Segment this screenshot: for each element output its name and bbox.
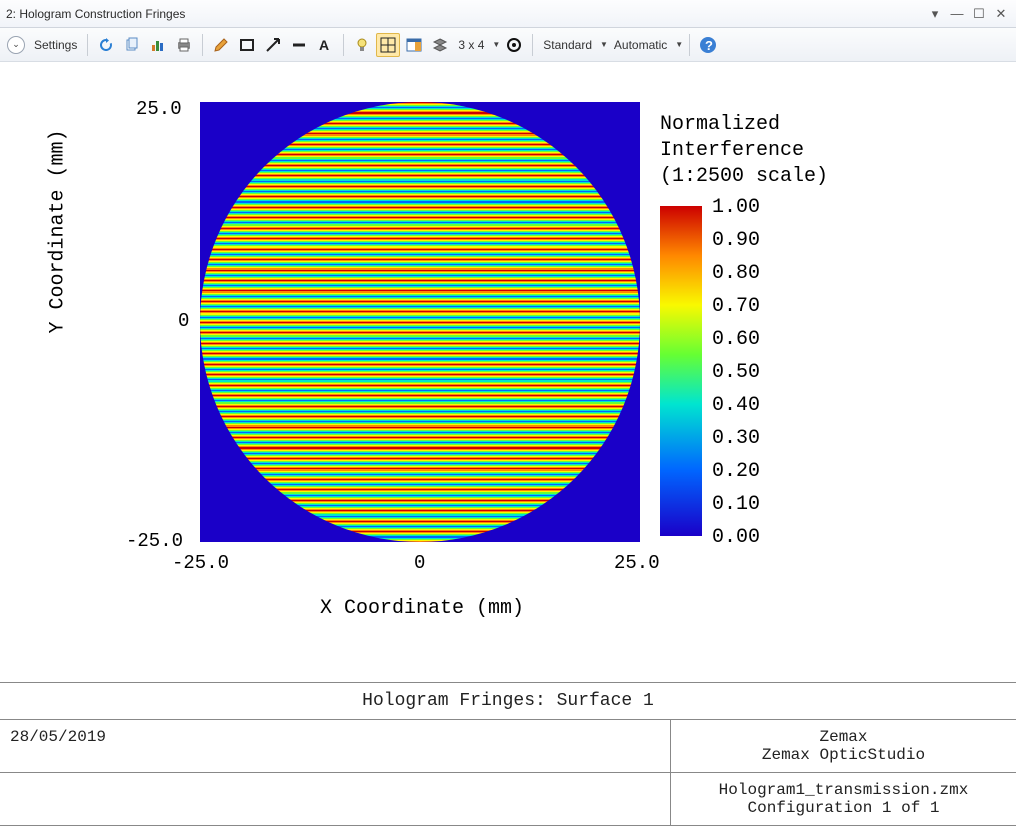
svg-text:A: A <box>319 37 329 53</box>
copy-button[interactable] <box>120 33 144 57</box>
plot-area: 25.0 0 -25.0 -25.0 0 25.0 Y Coordinate (… <box>0 62 1016 682</box>
layers-icon <box>432 37 448 53</box>
settings-label[interactable]: Settings <box>30 38 81 52</box>
arrow-button[interactable] <box>261 33 285 57</box>
colorbar-tick: 0.00 <box>712 526 760 549</box>
info-row-file: Hologram1_transmission.zmx Configuration… <box>0 773 1016 826</box>
colorbar-tick: 1.00 <box>712 196 760 219</box>
fringe-aperture <box>200 102 640 542</box>
window-controls: ▾ — ☐ ✕ <box>926 6 1010 22</box>
print-icon <box>176 37 192 53</box>
chevron-down-icon[interactable]: ▼ <box>600 40 608 49</box>
window-button[interactable] <box>402 33 426 57</box>
help-icon: ? <box>699 36 717 54</box>
colorbar-gradient <box>660 206 702 536</box>
pencil-button[interactable] <box>209 33 233 57</box>
copy-icon <box>124 37 140 53</box>
info-header: Hologram Fringes: Surface 1 <box>0 683 1016 719</box>
vendor-line1: Zemax <box>681 728 1006 746</box>
print-button[interactable] <box>172 33 196 57</box>
chart-button[interactable] <box>146 33 170 57</box>
info-header-row: Hologram Fringes: Surface 1 <box>0 683 1016 720</box>
y-axis-label: Y Coordinate (mm) <box>47 129 70 333</box>
colorbar-body: 1.000.900.800.700.600.500.400.300.200.10… <box>660 206 970 536</box>
colorbar-tick: 0.70 <box>712 295 760 318</box>
colorbar-tick: 0.60 <box>712 328 760 351</box>
file-name: Hologram1_transmission.zmx <box>681 781 1006 799</box>
text-icon: A <box>317 37 333 53</box>
y-tick-top: 25.0 <box>136 98 182 120</box>
separator <box>87 34 88 56</box>
svg-text:?: ? <box>705 38 713 53</box>
crosshair-button[interactable] <box>376 33 400 57</box>
info-row-meta: 28/05/2019 Zemax Zemax OpticStudio <box>0 720 1016 773</box>
x-tick-left: -25.0 <box>172 552 229 574</box>
maximize-icon[interactable]: ☐ <box>970 6 988 22</box>
window-icon <box>406 37 422 53</box>
line-icon <box>291 37 307 53</box>
refresh-icon <box>98 37 114 53</box>
separator <box>343 34 344 56</box>
info-vendor: Zemax Zemax OpticStudio <box>671 720 1016 772</box>
colorbar-tick: 0.90 <box>712 229 760 252</box>
rectangle-button[interactable] <box>235 33 259 57</box>
target-icon <box>506 37 522 53</box>
pin-icon[interactable]: ▾ <box>926 6 944 22</box>
info-file-cell: Hologram1_transmission.zmx Configuration… <box>671 773 1016 825</box>
colorbar-tick: 0.50 <box>712 361 760 384</box>
chevron-down-icon[interactable]: ▼ <box>675 40 683 49</box>
vendor-line2: Zemax OpticStudio <box>681 746 1006 764</box>
toolbar: ⌄ Settings A 3 x 4 ▼ Standa <box>0 28 1016 62</box>
separator <box>689 34 690 56</box>
fringe-pattern <box>200 102 640 542</box>
crosshair-icon <box>380 37 396 53</box>
x-axis-label: X Coordinate (mm) <box>320 597 524 620</box>
text-button[interactable]: A <box>313 33 337 57</box>
info-blank <box>0 773 671 825</box>
info-table: Hologram Fringes: Surface 1 28/05/2019 Z… <box>0 682 1016 826</box>
config-line: Configuration 1 of 1 <box>681 799 1006 817</box>
y-tick-mid: 0 <box>178 310 189 332</box>
colorbar-title: Normalized Interference (1:2500 scale) <box>660 112 970 190</box>
chart-icon <box>150 37 166 53</box>
mode2-label[interactable]: Automatic <box>610 38 671 52</box>
target-button[interactable] <box>502 33 526 57</box>
x-tick-mid: 0 <box>414 552 425 574</box>
separator <box>202 34 203 56</box>
y-tick-bottom: -25.0 <box>126 530 183 552</box>
minimize-icon[interactable]: — <box>948 6 966 21</box>
colorbar-tick: 0.80 <box>712 262 760 285</box>
colorbar-title-line1: Normalized <box>660 112 970 138</box>
close-icon[interactable]: ✕ <box>992 6 1010 22</box>
separator <box>532 34 533 56</box>
mode1-label[interactable]: Standard <box>539 38 596 52</box>
colorbar-tick: 0.30 <box>712 427 760 450</box>
colorbar: Normalized Interference (1:2500 scale) 1… <box>660 112 970 536</box>
chevron-down-icon[interactable]: ▼ <box>492 40 500 49</box>
lamp-button[interactable] <box>350 33 374 57</box>
colorbar-title-line2: Interference <box>660 138 970 164</box>
colorbar-tick: 0.10 <box>712 493 760 516</box>
rectangle-icon <box>239 37 255 53</box>
lamp-icon <box>354 37 370 53</box>
grid-label[interactable]: 3 x 4 <box>454 38 488 52</box>
info-date: 28/05/2019 <box>0 720 671 772</box>
line-button[interactable] <box>287 33 311 57</box>
pencil-icon <box>213 37 229 53</box>
plot-canvas[interactable] <box>200 102 640 542</box>
settings-expander[interactable]: ⌄ <box>4 33 28 57</box>
colorbar-tick: 0.40 <box>712 394 760 417</box>
arrow-icon <box>265 37 281 53</box>
colorbar-title-line3: (1:2500 scale) <box>660 164 970 190</box>
titlebar: 2: Hologram Construction Fringes ▾ — ☐ ✕ <box>0 0 1016 28</box>
help-button[interactable]: ? <box>696 33 720 57</box>
layers-button[interactable] <box>428 33 452 57</box>
x-tick-right: 25.0 <box>614 552 660 574</box>
window-title: 2: Hologram Construction Fringes <box>6 7 926 21</box>
refresh-button[interactable] <box>94 33 118 57</box>
colorbar-tick: 0.20 <box>712 460 760 483</box>
